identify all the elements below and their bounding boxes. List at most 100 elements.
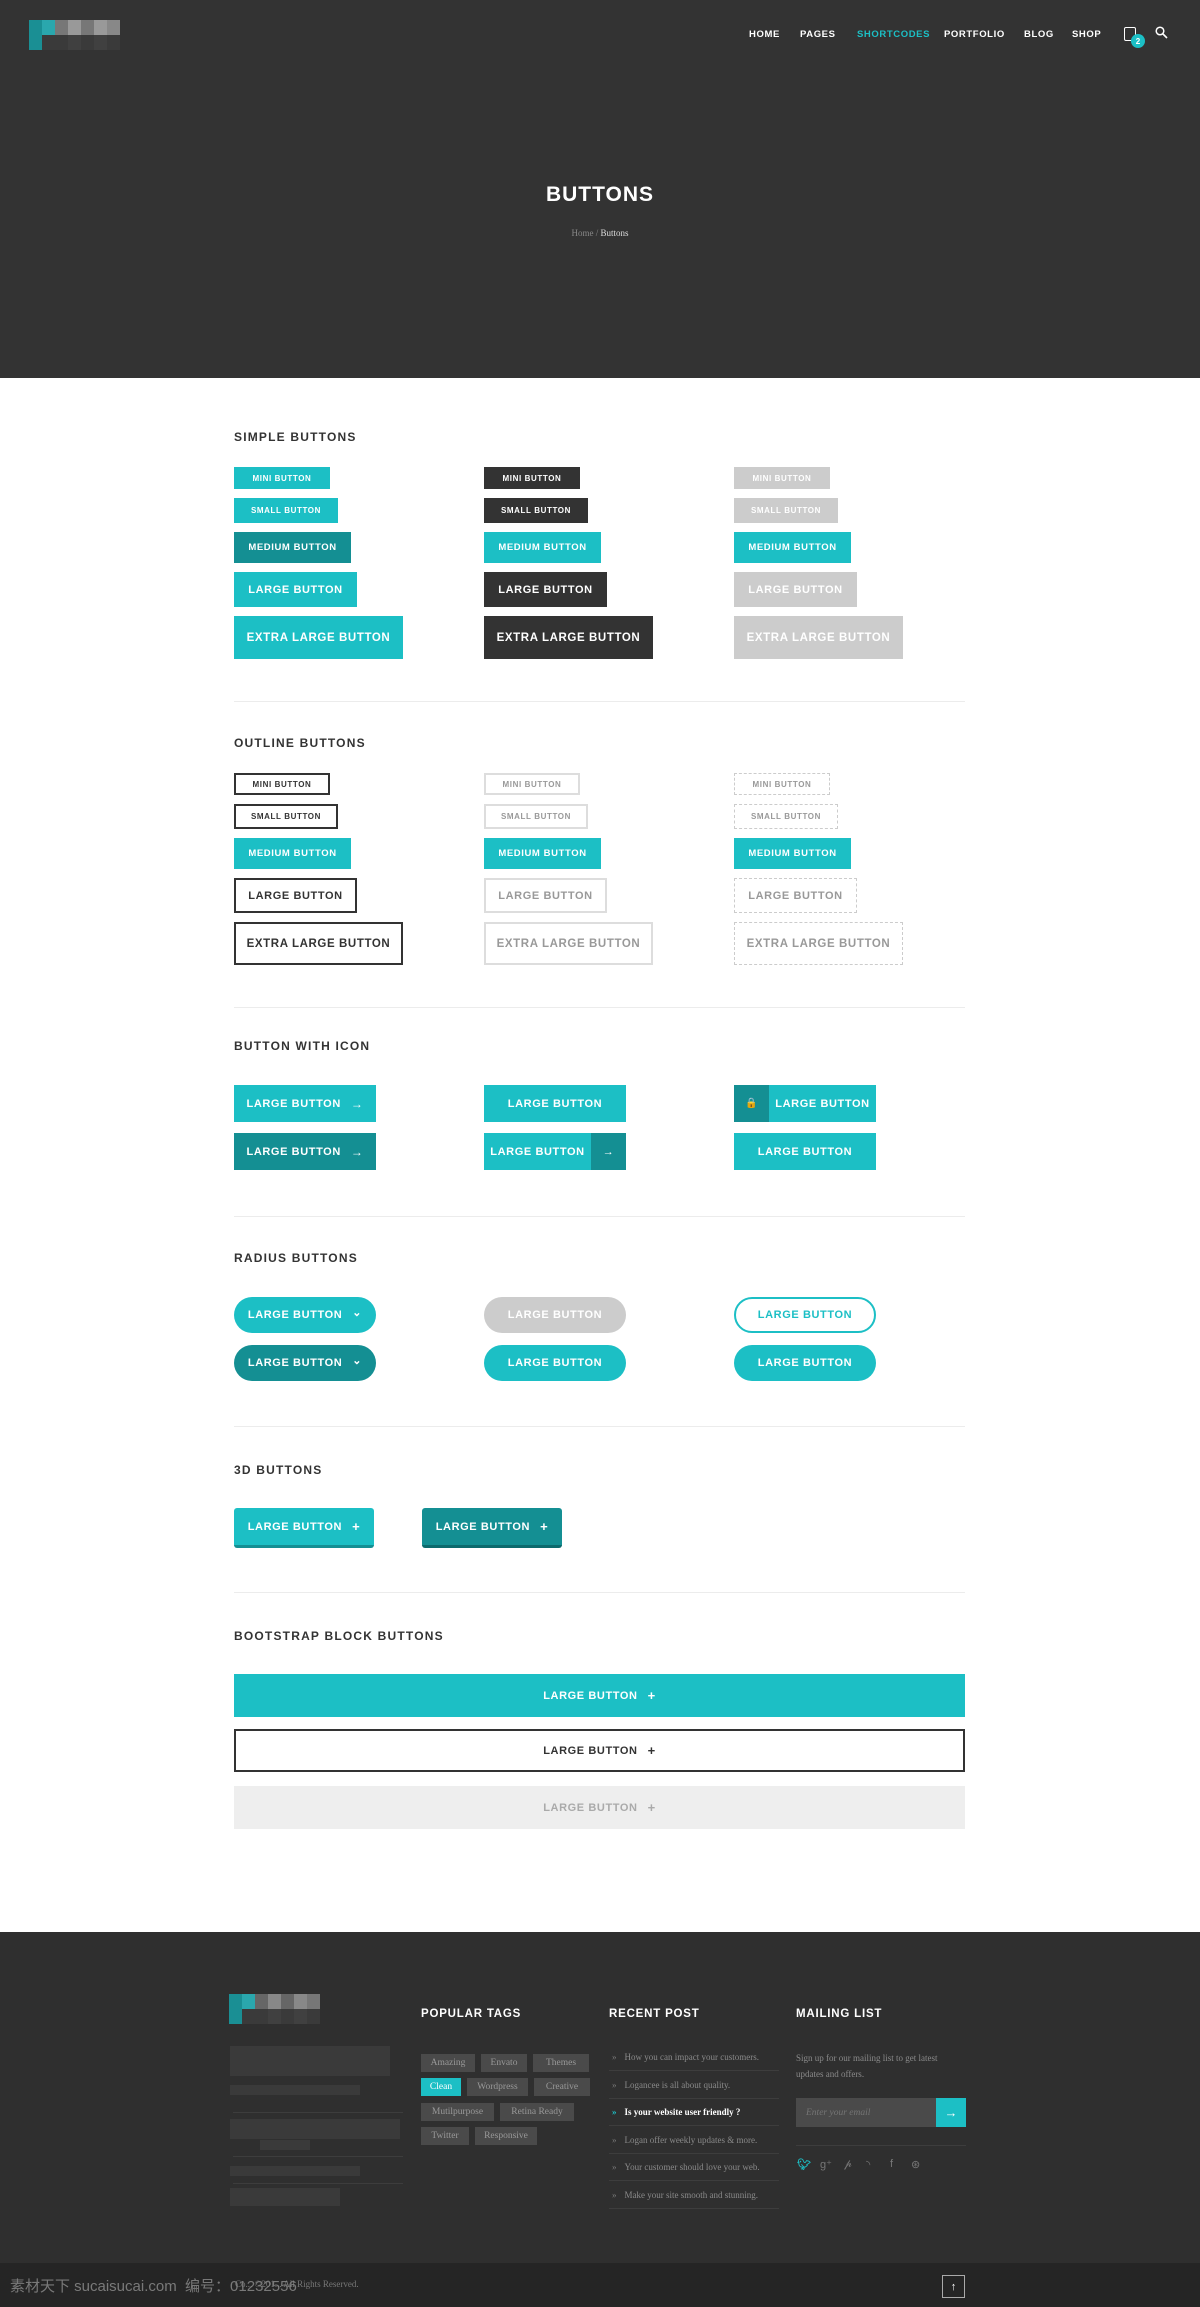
radius-button[interactable]: LARGE BUTTON ⌄ xyxy=(234,1297,376,1333)
breadcrumb-home[interactable]: Home xyxy=(571,228,593,238)
recent-post-item[interactable]: » Logancee is all about quality. xyxy=(609,2072,779,2099)
tag[interactable]: Wordpress xyxy=(467,2078,528,2096)
3d-button[interactable]: LARGE BUTTON + xyxy=(422,1508,562,1548)
breadcrumb-separator: / xyxy=(593,228,601,238)
large-button[interactable]: LARGE BUTTON xyxy=(484,878,607,913)
tag[interactable]: Clean xyxy=(421,2078,461,2096)
nav-shop[interactable]: SHOP xyxy=(1072,29,1101,40)
nav-pages[interactable]: PAGES xyxy=(800,29,836,40)
xl-button[interactable]: EXTRA LARGE BUTTON xyxy=(484,922,653,965)
radius-button[interactable]: LARGE BUTTON xyxy=(734,1345,876,1381)
tag[interactable]: Creative xyxy=(534,2078,590,2096)
blurred-text xyxy=(230,2119,400,2139)
recent-post-item[interactable]: » Is your website user friendly ? xyxy=(609,2099,779,2127)
dribbble-icon[interactable]: ⊛ xyxy=(911,2158,920,2171)
icon-button[interactable]: LARGE BUTTON xyxy=(484,1085,626,1122)
3d-button[interactable]: LARGE BUTTON + xyxy=(234,1508,374,1548)
pinterest-icon[interactable]: 𝓅 xyxy=(844,2158,852,2171)
large-button[interactable]: LARGE BUTTON xyxy=(234,572,357,607)
xl-button[interactable]: EXTRA LARGE BUTTON xyxy=(234,922,403,965)
recent-post-label: Make your site smooth and stunning. xyxy=(624,2190,759,2200)
icon-button[interactable]: LARGE BUTTON xyxy=(734,1133,876,1170)
button-label: LARGE BUTTON xyxy=(543,1801,638,1814)
xl-button[interactable]: EXTRA LARGE BUTTON xyxy=(234,616,403,659)
medium-button[interactable]: MEDIUM BUTTON xyxy=(484,838,601,869)
tag[interactable]: Responsive xyxy=(475,2127,537,2145)
block-button[interactable]: LARGE BUTTON + xyxy=(234,1729,965,1772)
small-button[interactable]: SMALL BUTTON xyxy=(484,804,588,829)
mini-button[interactable]: MINI BUTTON xyxy=(484,773,580,795)
radius-button[interactable]: LARGE BUTTON ⌄ xyxy=(234,1345,376,1381)
section-title-radius: RADIUS BUTTONS xyxy=(234,1251,358,1265)
footer-logo[interactable] xyxy=(229,1994,320,2024)
radius-column: LARGE BUTTON LARGE BUTTON xyxy=(484,1297,626,1393)
tag[interactable]: Amazing xyxy=(421,2054,475,2072)
radius-button[interactable]: LARGE BUTTON xyxy=(484,1345,626,1381)
recent-post-item[interactable]: » Your customer should love your web. xyxy=(609,2154,779,2182)
icon-button[interactable]: LARGE BUTTON → xyxy=(234,1085,376,1122)
button-label: LARGE BUTTON xyxy=(757,1145,853,1158)
small-button[interactable]: SMALL BUTTON xyxy=(484,498,588,523)
site-logo[interactable] xyxy=(29,20,120,50)
recent-post-title: RECENT POST xyxy=(609,2008,700,2020)
tag[interactable]: Retina Ready xyxy=(500,2103,574,2121)
tag[interactable]: Twitter xyxy=(421,2127,469,2145)
radius-button[interactable]: LARGE BUTTON xyxy=(734,1297,876,1333)
tag[interactable]: Themes xyxy=(533,2054,589,2072)
medium-button[interactable]: MEDIUM BUTTON xyxy=(234,838,351,869)
nav-shortcodes[interactable]: SHORTCODES xyxy=(857,29,930,40)
small-button[interactable]: SMALL BUTTON xyxy=(734,498,838,523)
xl-button[interactable]: EXTRA LARGE BUTTON xyxy=(484,616,653,659)
recent-post-item[interactable]: » Logan offer weekly updates & more. xyxy=(609,2127,779,2154)
facebook-icon[interactable]: f xyxy=(890,2158,893,2170)
blurred-text xyxy=(260,2140,310,2150)
nav-blog[interactable]: BLOG xyxy=(1024,29,1054,40)
icon-column: LARGE BUTTON → LARGE BUTTON → xyxy=(234,1085,376,1181)
mini-button[interactable]: MINI BUTTON xyxy=(734,773,830,795)
mini-button[interactable]: MINI BUTTON xyxy=(234,773,330,795)
hero-banner: HOME PAGES SHORTCODES PORTFOLIO BLOG SHO… xyxy=(0,0,1200,378)
medium-button[interactable]: MEDIUM BUTTON xyxy=(234,532,351,563)
button-label: LARGE BUTTON xyxy=(757,1357,853,1369)
button-label: LARGE BUTTON xyxy=(246,1097,341,1110)
search-icon[interactable] xyxy=(1155,26,1168,39)
plus-icon: + xyxy=(352,1519,361,1534)
twitter-icon[interactable]: 🐦︎ xyxy=(797,2158,811,2171)
large-button[interactable]: LARGE BUTTON xyxy=(484,572,607,607)
back-to-top-button[interactable]: ↑ xyxy=(942,2275,965,2298)
icon-button[interactable]: LARGE BUTTON → xyxy=(484,1133,626,1170)
xl-button[interactable]: EXTRA LARGE BUTTON xyxy=(734,922,903,965)
small-button[interactable]: SMALL BUTTON xyxy=(734,804,838,829)
tag[interactable]: Mutilpurpose xyxy=(421,2103,494,2121)
large-button[interactable]: LARGE BUTTON xyxy=(234,878,357,913)
nav-home[interactable]: HOME xyxy=(749,29,780,40)
large-button[interactable]: LARGE BUTTON xyxy=(734,878,857,913)
divider xyxy=(234,701,965,702)
icon-button[interactable]: 🔒 LARGE BUTTON xyxy=(734,1085,876,1122)
divider xyxy=(233,2183,403,2184)
google-plus-icon[interactable]: g⁺ xyxy=(820,2158,832,2171)
icon-button[interactable]: LARGE BUTTON → xyxy=(234,1133,376,1170)
mini-button[interactable]: MINI BUTTON xyxy=(734,467,830,489)
recent-post-item[interactable]: » How you can impact your customers. xyxy=(609,2044,779,2071)
block-button[interactable]: LARGE BUTTON + xyxy=(234,1674,965,1717)
recent-post-item[interactable]: » Make your site smooth and stunning. xyxy=(609,2182,779,2209)
button-label: LARGE BUTTON xyxy=(775,1097,870,1110)
nav-portfolio[interactable]: PORTFOLIO xyxy=(944,29,1005,40)
block-button[interactable]: LARGE BUTTON + xyxy=(234,1786,965,1829)
mini-button[interactable]: MINI BUTTON xyxy=(234,467,330,489)
radius-button[interactable]: LARGE BUTTON xyxy=(484,1297,626,1333)
tag[interactable]: Envato xyxy=(481,2054,527,2072)
xl-button[interactable]: EXTRA LARGE BUTTON xyxy=(734,616,903,659)
medium-button[interactable]: MEDIUM BUTTON xyxy=(734,838,851,869)
medium-button[interactable]: MEDIUM BUTTON xyxy=(734,532,851,563)
mini-button[interactable]: MINI BUTTON xyxy=(484,467,580,489)
large-button[interactable]: LARGE BUTTON xyxy=(734,572,857,607)
small-button[interactable]: SMALL BUTTON xyxy=(234,804,338,829)
rss-icon[interactable]: ◝ xyxy=(866,2158,870,2171)
subscribe-button[interactable]: → xyxy=(936,2098,966,2127)
small-button[interactable]: SMALL BUTTON xyxy=(234,498,338,523)
email-input[interactable] xyxy=(796,2098,936,2127)
divider xyxy=(234,1007,965,1008)
medium-button[interactable]: MEDIUM BUTTON xyxy=(484,532,601,563)
